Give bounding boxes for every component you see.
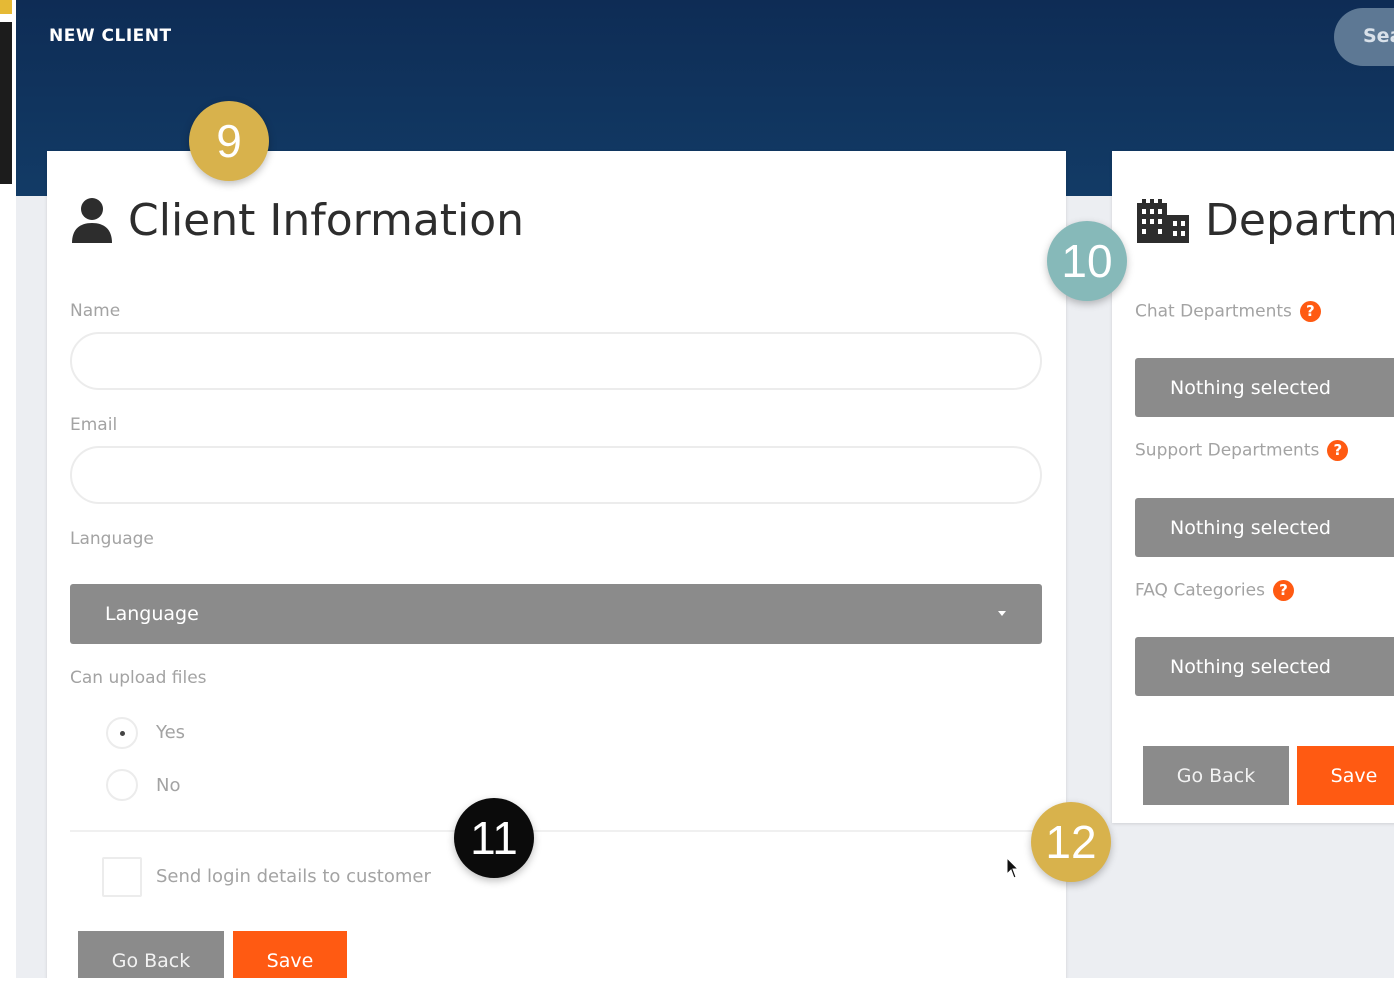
building-icon: [1137, 198, 1189, 243]
left-edge-accent: [0, 0, 12, 14]
left-edge-strip: [0, 0, 16, 997]
chat-departments-text: Chat Departments: [1135, 301, 1292, 322]
screenshot-frame: NEW CLIENT Sea Client Information Name E…: [0, 0, 1394, 997]
page-title: NEW CLIENT: [49, 26, 172, 46]
go-back-button[interactable]: Go Back: [78, 931, 224, 978]
upload-no-label: No: [156, 775, 181, 796]
faq-categories-label: FAQ Categories?: [1135, 580, 1294, 601]
departments-card: Departm Chat Departments? Nothing select…: [1112, 151, 1394, 823]
support-departments-label: Support Departments?: [1135, 440, 1349, 461]
chat-departments-label: Chat Departments?: [1135, 301, 1321, 322]
faq-categories-text: FAQ Categories: [1135, 580, 1265, 601]
email-input[interactable]: [70, 446, 1042, 504]
send-login-checkbox[interactable]: [102, 857, 142, 897]
upload-yes-radio[interactable]: [106, 717, 138, 749]
question-circle-icon[interactable]: ?: [1299, 301, 1321, 322]
client-information-heading: Client Information: [70, 195, 524, 246]
upload-files-label: Can upload files: [70, 668, 207, 688]
annotation-badge-12: 12: [1031, 802, 1111, 882]
annotation-badge-9: 9: [189, 101, 269, 181]
language-select[interactable]: Language: [70, 584, 1042, 644]
section-divider: [70, 830, 1042, 832]
departments-go-back-button[interactable]: Go Back: [1143, 746, 1289, 805]
question-circle-icon[interactable]: ?: [1272, 580, 1294, 601]
name-input[interactable]: [70, 332, 1042, 390]
mouse-pointer-icon: [1006, 857, 1020, 879]
support-departments-text: Support Departments: [1135, 440, 1320, 461]
left-edge-panel: [0, 22, 12, 184]
annotation-badge-11: 11: [454, 798, 534, 878]
client-information-title: Client Information: [128, 195, 525, 246]
question-circle-icon[interactable]: ?: [1327, 440, 1349, 461]
annotation-badge-10: 10: [1047, 221, 1127, 301]
departments-heading: Departm: [1135, 195, 1394, 246]
email-label: Email: [70, 415, 118, 435]
upload-no-radio[interactable]: [106, 769, 138, 801]
faq-categories-value: Nothing selected: [1170, 655, 1331, 678]
send-login-label: Send login details to customer: [156, 866, 431, 887]
departments-title: Departm: [1205, 195, 1394, 246]
language-select-value: Language: [105, 603, 199, 625]
support-departments-value: Nothing selected: [1170, 516, 1331, 539]
name-label: Name: [70, 301, 121, 321]
client-information-card: Client Information Name Email Language L…: [47, 151, 1066, 978]
search-button[interactable]: Sea: [1334, 8, 1394, 66]
save-button[interactable]: Save: [233, 931, 347, 978]
chat-departments-value: Nothing selected: [1170, 376, 1331, 399]
support-departments-select[interactable]: Nothing selected: [1135, 498, 1394, 557]
user-icon: [72, 197, 112, 243]
chat-departments-select[interactable]: Nothing selected: [1135, 358, 1394, 417]
bottom-edge: [0, 978, 1394, 997]
upload-yes-label: Yes: [156, 722, 186, 743]
departments-save-button[interactable]: Save: [1297, 746, 1394, 805]
language-label: Language: [70, 529, 154, 549]
faq-categories-select[interactable]: Nothing selected: [1135, 637, 1394, 696]
caret-down-icon: [998, 611, 1006, 616]
radio-selected-dot: [120, 731, 125, 736]
